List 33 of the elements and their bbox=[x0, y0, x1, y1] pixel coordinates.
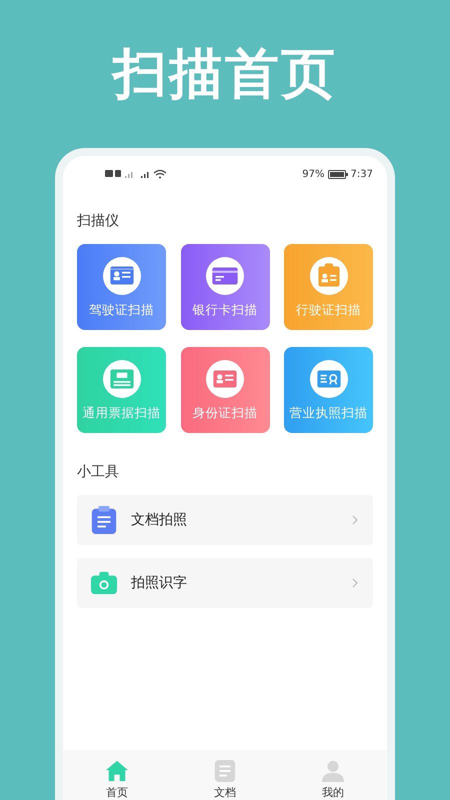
tool-row[interactable]: 拍照识字 bbox=[77, 558, 373, 608]
battery-icon bbox=[328, 170, 348, 178]
home-icon bbox=[106, 760, 128, 782]
scan-tile[interactable]: 银行卡扫描 bbox=[180, 244, 270, 330]
certificate-icon bbox=[310, 360, 348, 398]
page-title: 扫描首页 bbox=[113, 42, 337, 106]
scan-tile[interactable]: 营业执照扫描 bbox=[284, 347, 373, 433]
badge-icon bbox=[310, 257, 348, 295]
clipboard-icon bbox=[91, 506, 117, 534]
chevron-icon bbox=[352, 578, 359, 588]
bank-card-icon bbox=[206, 257, 244, 295]
clock: 7:37 bbox=[350, 168, 373, 180]
nav-tab[interactable]: 我的 bbox=[279, 750, 387, 800]
document-icon bbox=[214, 760, 236, 782]
person-icon bbox=[322, 760, 344, 782]
scan-tile[interactable]: 通用票据扫描 bbox=[77, 347, 166, 433]
camera-icon bbox=[91, 569, 117, 597]
scan-tile[interactable]: 驾驶证扫描 bbox=[77, 244, 166, 330]
id-card-icon bbox=[102, 257, 140, 295]
tool-label: 文档拍照 bbox=[131, 511, 188, 529]
tool-label: 拍照识字 bbox=[131, 574, 188, 592]
id-card-icon bbox=[206, 360, 244, 398]
document-icon bbox=[102, 360, 140, 398]
section-heading: 扫描仪 bbox=[77, 212, 120, 230]
scan-tile[interactable]: 身份证扫描 bbox=[180, 347, 270, 433]
chevron-icon bbox=[352, 515, 359, 525]
battery-percent: 97% bbox=[302, 168, 325, 180]
signal-icons bbox=[105, 169, 167, 179]
section-heading: 小工具 bbox=[77, 463, 120, 481]
nav-tab[interactable]: 文档 bbox=[171, 750, 279, 800]
scan-tile[interactable]: 行驶证扫描 bbox=[284, 244, 373, 330]
tool-row[interactable]: 文档拍照 bbox=[77, 495, 373, 545]
nav-tab[interactable]: 首页 bbox=[63, 750, 171, 800]
